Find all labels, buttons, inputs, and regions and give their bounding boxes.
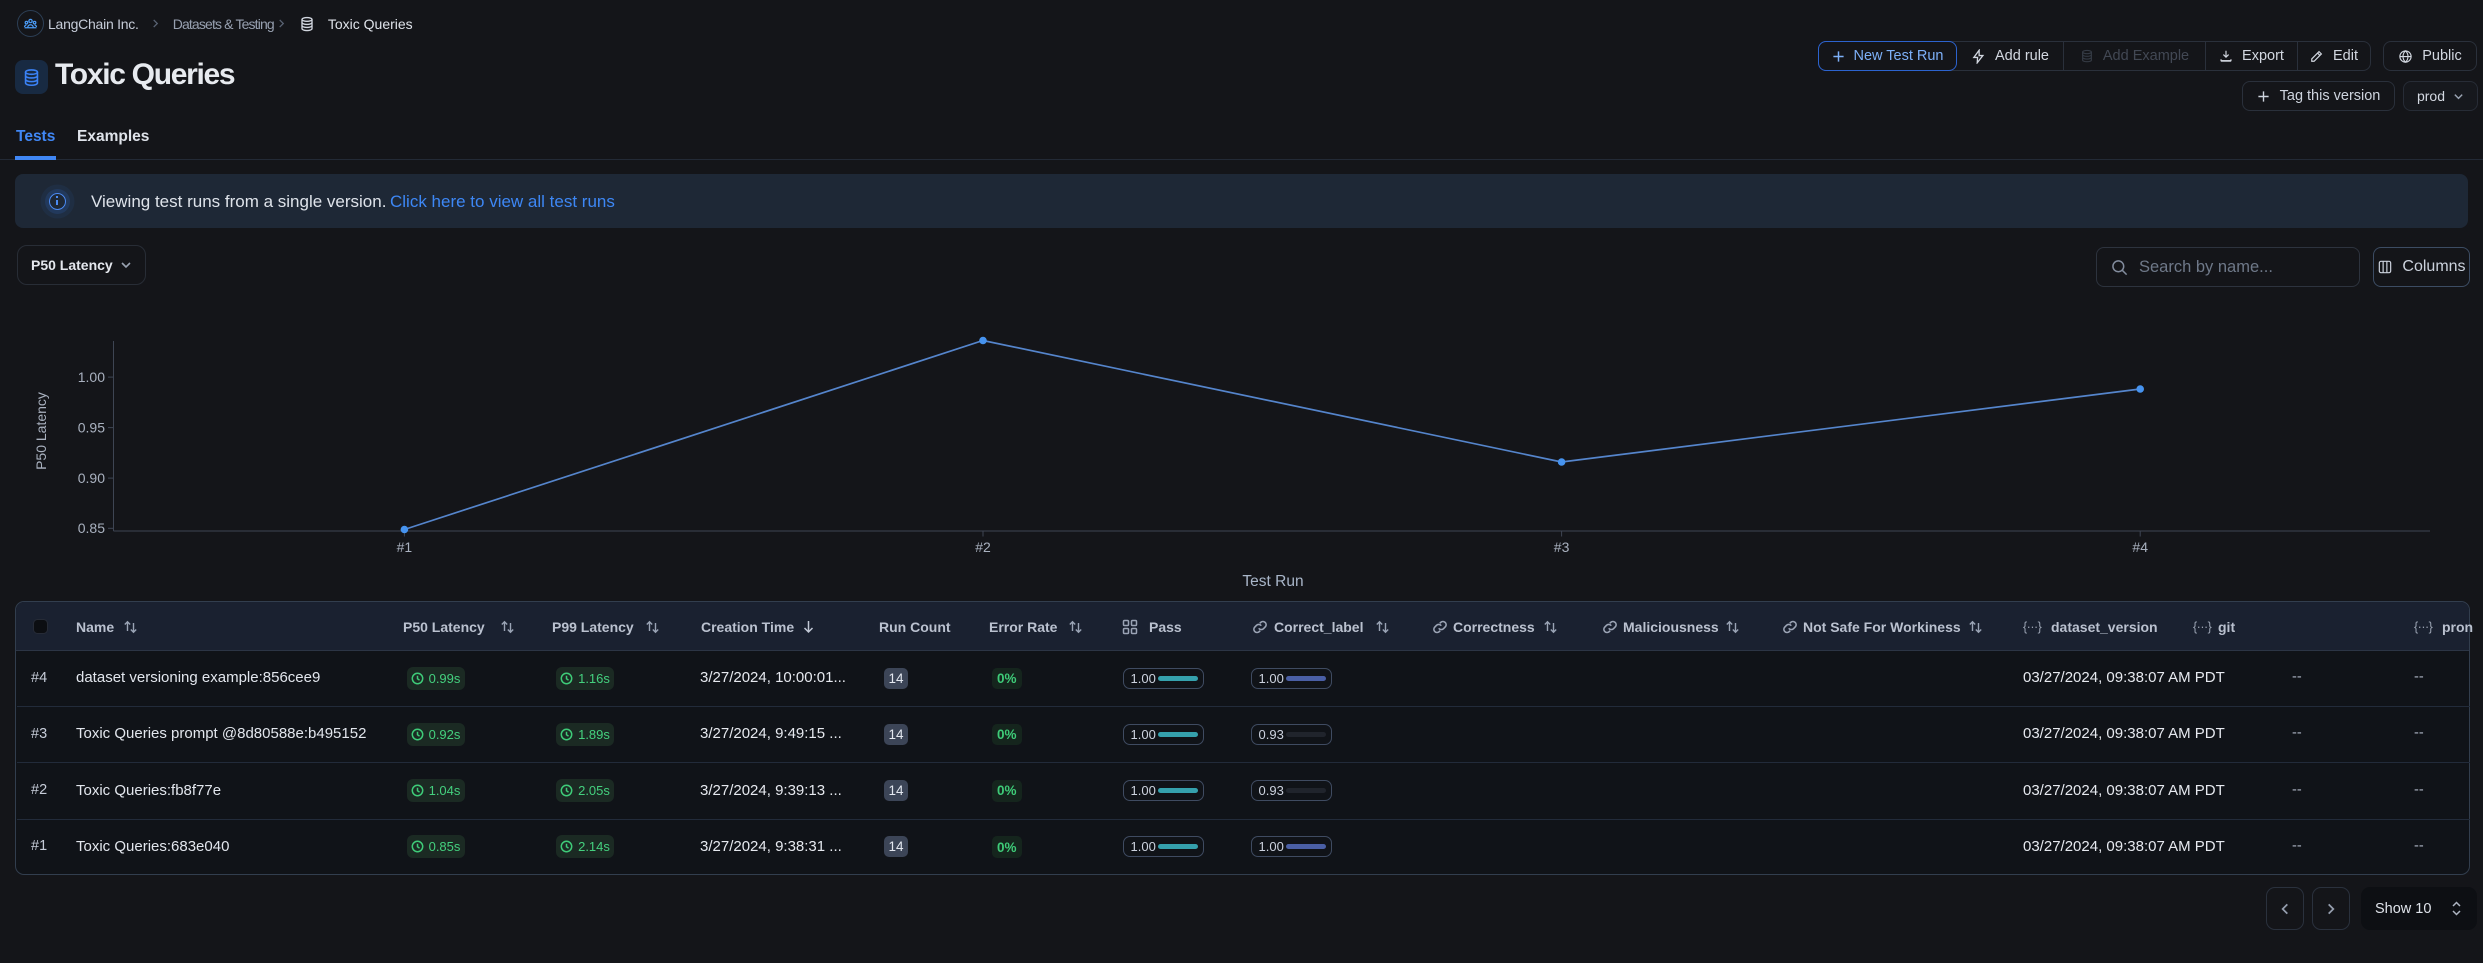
svg-text:#1: #1 xyxy=(397,539,413,555)
svg-text:0.90: 0.90 xyxy=(78,470,105,486)
svg-text:#4: #4 xyxy=(2132,539,2148,555)
svg-text:0.95: 0.95 xyxy=(78,420,105,436)
svg-text:Test Run: Test Run xyxy=(1242,573,1303,590)
svg-text:0.85: 0.85 xyxy=(78,520,105,536)
svg-text:#3: #3 xyxy=(1554,539,1570,555)
svg-text:P50 Latency: P50 Latency xyxy=(33,392,49,470)
svg-text:1.00: 1.00 xyxy=(78,369,105,385)
svg-text:#2: #2 xyxy=(975,539,991,555)
